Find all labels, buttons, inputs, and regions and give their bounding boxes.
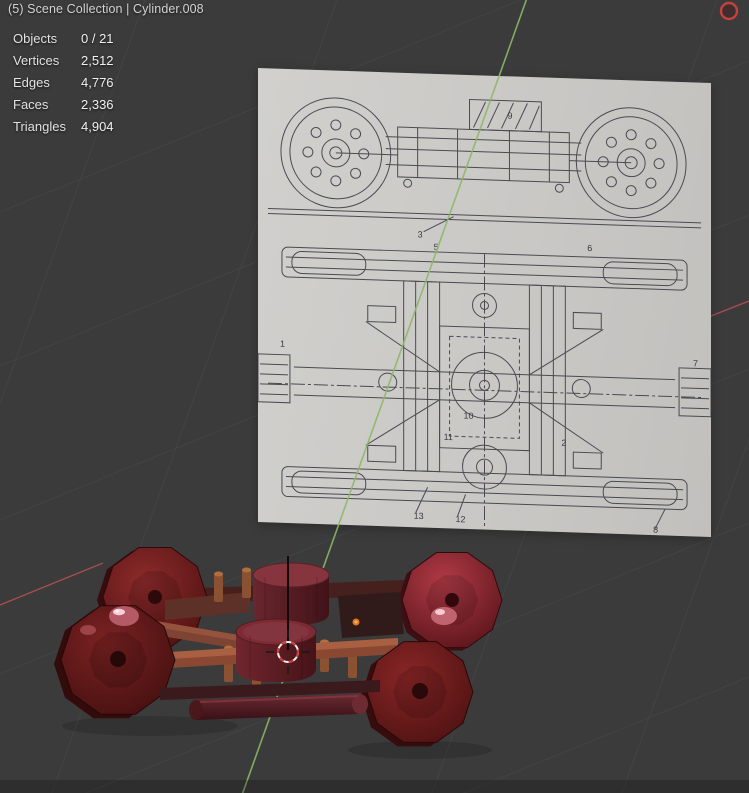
stat-label: Objects	[13, 31, 58, 46]
knob-left	[109, 606, 139, 626]
stat-label: Edges	[13, 75, 50, 90]
stat-label: Vertices	[13, 53, 60, 68]
stat-label: Triangles	[13, 119, 66, 134]
axis-gizmo-red-circle[interactable]	[719, 1, 739, 21]
stat-value: 2,336	[81, 97, 114, 112]
viewport-bottom-edge	[0, 780, 749, 793]
stat-value: 4,904	[81, 119, 114, 134]
stat-value: 2,512	[81, 53, 114, 68]
wheel-back-right[interactable]	[397, 552, 503, 651]
wheel-front-right[interactable]	[361, 641, 474, 747]
stat-value: 4,776	[81, 75, 114, 90]
3d-viewport[interactable]: 9 3 5 6 1 7 10 11 2 13 12 8 (5) Scene Co…	[0, 0, 749, 793]
stat-value: 0 / 21	[81, 31, 114, 46]
stats-overlay: Objects 0 / 21 Vertices 2,512 Edges 4,77…	[13, 31, 114, 134]
cylinder-upper[interactable]	[252, 562, 330, 625]
knob-right	[431, 607, 457, 625]
breadcrumb: (5) Scene Collection | Cylinder.008	[8, 2, 204, 16]
cylinder-lower[interactable]	[235, 618, 317, 682]
stat-label: Faces	[13, 97, 49, 112]
